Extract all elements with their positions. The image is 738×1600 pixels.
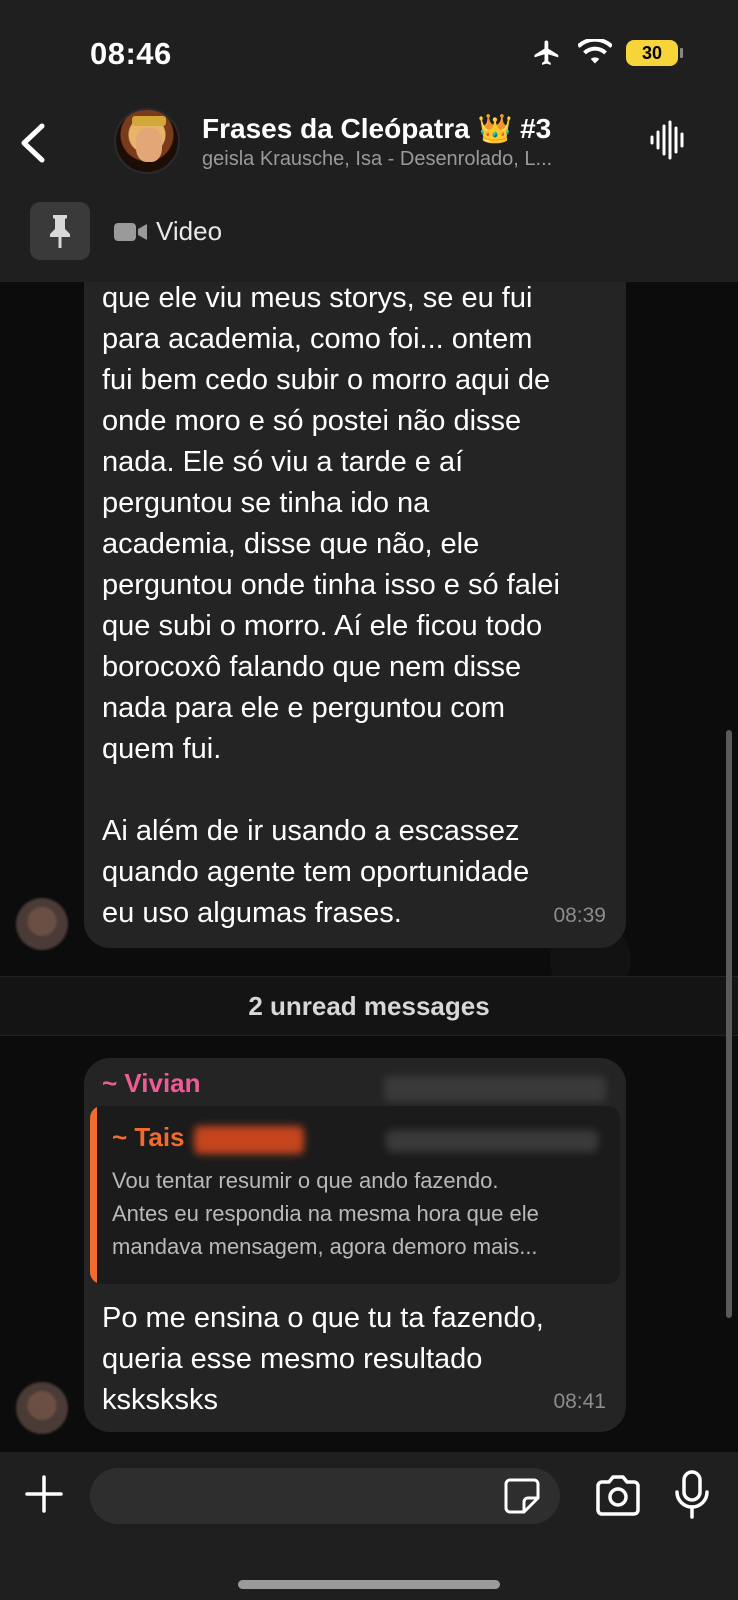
voice-chat-icon[interactable] <box>648 120 688 160</box>
pin-button[interactable] <box>30 202 90 260</box>
sender-avatar[interactable] <box>16 1382 68 1434</box>
message-time: 08:39 <box>553 904 606 927</box>
pinned-label: Video <box>156 216 223 246</box>
message-text: que ele viu meus storys, se eu fui para … <box>102 282 560 929</box>
redacted-surname <box>194 1126 304 1154</box>
sender-avatar[interactable] <box>16 898 68 950</box>
pin-icon <box>50 215 70 248</box>
sender-name[interactable]: ~ Vivian <box>102 1068 201 1099</box>
avatar-crown <box>132 116 166 126</box>
redacted-phone <box>386 1130 598 1152</box>
airplane-icon <box>534 40 559 65</box>
status-time: 08:46 <box>90 36 172 71</box>
composer-bar <box>0 1452 738 1600</box>
pinned-message[interactable]: Video <box>114 216 222 247</box>
message-bubble[interactable]: que ele viu meus storys, se eu fui para … <box>84 230 626 948</box>
quote-text: Vou tentar resumir o que ando fazendo. A… <box>112 1168 539 1259</box>
video-camera-icon <box>114 222 147 241</box>
unread-divider: 2 unread messages <box>0 976 738 1036</box>
group-avatar[interactable] <box>114 108 180 174</box>
message-time: 08:41 <box>553 1390 606 1413</box>
quote-accent-bar <box>90 1106 97 1284</box>
unread-label: 2 unread messages <box>248 990 490 1021</box>
message-input[interactable] <box>90 1468 560 1524</box>
sticker-icon[interactable] <box>502 1476 542 1516</box>
wifi-icon <box>578 39 612 64</box>
attach-plus-icon[interactable] <box>24 1474 64 1514</box>
battery-indicator: 30 <box>626 40 683 66</box>
status-icons: 30 <box>530 38 683 68</box>
quote-sender: ~ Tais <box>112 1122 185 1152</box>
home-indicator[interactable] <box>238 1580 500 1589</box>
message-bubble[interactable]: ~ Vivian ~ Tais Vou tentar resumir o que… <box>84 1058 626 1432</box>
scrollbar[interactable] <box>726 730 732 1318</box>
message-text: Po me ensina o que tu ta fazendo, queria… <box>102 1302 544 1416</box>
chat-participants[interactable]: geisla Krausche, Isa - Desenrolado, L... <box>202 148 612 171</box>
chat-header: 08:46 30 Frases da Cleópatra 👑 #3 geisla… <box>0 0 738 282</box>
microphone-icon[interactable] <box>672 1470 712 1520</box>
back-icon[interactable] <box>14 118 54 168</box>
camera-icon[interactable] <box>594 1474 642 1518</box>
avatar-face <box>136 128 162 162</box>
redacted-phone <box>384 1076 606 1102</box>
chat-title[interactable]: Frases da Cleópatra 👑 #3 <box>202 112 551 145</box>
quoted-message[interactable]: ~ Tais Vou tentar resumir o que ando faz… <box>90 1106 620 1284</box>
